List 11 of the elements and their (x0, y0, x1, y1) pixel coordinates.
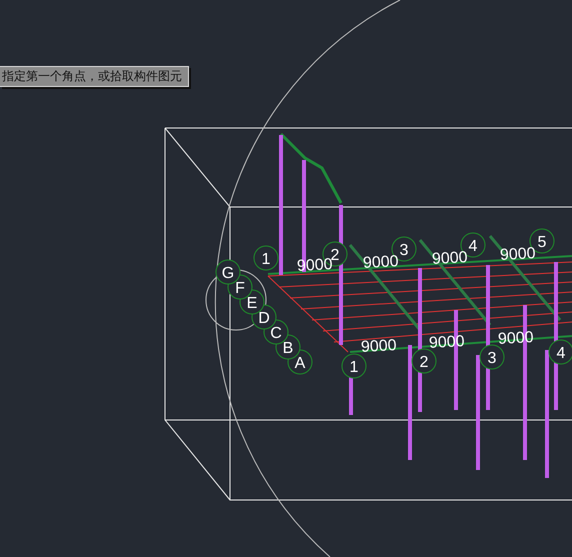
axis-bubble: 3 (480, 344, 504, 370)
axis-bubble: 2 (412, 348, 436, 374)
dimension-label: 9000 (500, 245, 536, 264)
axis-bubble: 1 (342, 354, 366, 378)
dimension-label: 9000 (360, 337, 397, 356)
dimension-label: 9000 (362, 253, 399, 272)
axis-bubble: 4 (548, 340, 572, 364)
dimension-label: 9000 (296, 256, 333, 275)
axis-bubble: 1 (254, 246, 278, 270)
command-prompt: 指定第一个角点，或拾取构件图元 (0, 66, 189, 87)
dimension-label: 9000 (432, 249, 468, 268)
